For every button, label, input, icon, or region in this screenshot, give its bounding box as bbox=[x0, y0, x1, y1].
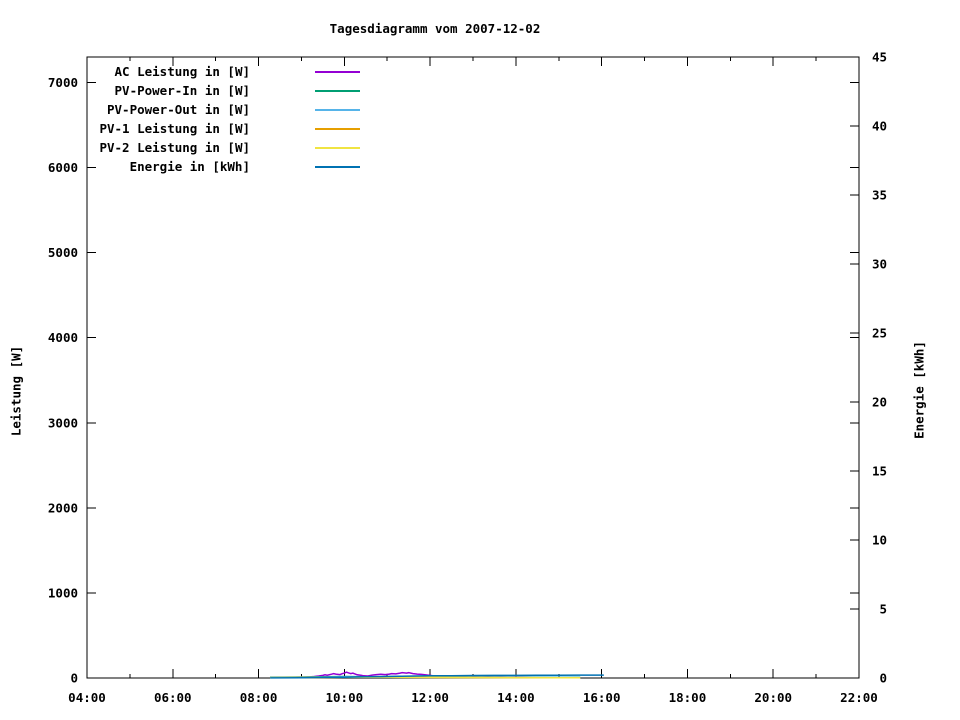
legend-label: PV-Power-Out in [W] bbox=[107, 102, 250, 117]
y2-tick-label: 25 bbox=[872, 326, 887, 341]
x-tick-label: 04:00 bbox=[68, 690, 106, 705]
y2-tick-label: 0 bbox=[879, 671, 887, 686]
y1-tick-label: 3000 bbox=[48, 415, 78, 430]
legend-item: Energie in [kWh] bbox=[87, 157, 360, 176]
y1-tick-label: 4000 bbox=[48, 330, 78, 345]
y2-tick-label: 20 bbox=[872, 395, 887, 410]
legend-swatch bbox=[315, 70, 360, 73]
x-tick-label: 14:00 bbox=[497, 690, 535, 705]
legend-item: PV-Power-In in [W] bbox=[87, 81, 360, 100]
y2-tick-label: 35 bbox=[872, 188, 887, 203]
y1-tick-label: 6000 bbox=[48, 160, 78, 175]
y1-tick-label: 5000 bbox=[48, 245, 78, 260]
x-tick-label: 08:00 bbox=[240, 690, 278, 705]
legend-swatch bbox=[315, 89, 360, 92]
legend: AC Leistung in [W] PV-Power-In in [W] PV-P… bbox=[87, 62, 360, 176]
chart-canvas: Tagesdiagramm vom 2007-12-02 Leistung [W… bbox=[0, 0, 960, 720]
legend-label: PV-1 Leistung in [W] bbox=[99, 121, 250, 136]
y2-tick-label: 45 bbox=[872, 50, 887, 65]
x-tick-label: 12:00 bbox=[411, 690, 449, 705]
legend-item: PV-Power-Out in [W] bbox=[87, 100, 360, 119]
legend-item: PV-1 Leistung in [W] bbox=[87, 119, 360, 138]
y2-tick-label: 30 bbox=[872, 257, 887, 272]
x-tick-label: 18:00 bbox=[669, 690, 707, 705]
legend-label: PV-Power-In in [W] bbox=[114, 83, 250, 98]
y2-tick-label: 15 bbox=[872, 464, 887, 479]
y1-tick-label: 2000 bbox=[48, 500, 78, 515]
x-tick-label: 06:00 bbox=[154, 690, 192, 705]
legend-label: PV-2 Leistung in [W] bbox=[99, 140, 250, 155]
x-tick-label: 22:00 bbox=[840, 690, 878, 705]
legend-item: PV-2 Leistung in [W] bbox=[87, 138, 360, 157]
legend-label: AC Leistung in [W] bbox=[114, 64, 250, 79]
x-tick-label: 16:00 bbox=[583, 690, 621, 705]
y1-tick-label: 1000 bbox=[48, 585, 78, 600]
legend-swatch bbox=[315, 146, 360, 149]
x-tick-label: 20:00 bbox=[754, 690, 792, 705]
y1-tick-label: 0 bbox=[70, 671, 78, 686]
legend-swatch bbox=[315, 127, 360, 130]
y2-tick-label: 5 bbox=[879, 602, 887, 617]
legend-item: AC Leistung in [W] bbox=[87, 62, 360, 81]
y2-tick-label: 40 bbox=[872, 119, 887, 134]
x-tick-label: 10:00 bbox=[326, 690, 364, 705]
legend-swatch bbox=[315, 108, 360, 111]
y2-tick-label: 10 bbox=[872, 533, 887, 548]
legend-label: Energie in [kWh] bbox=[129, 159, 250, 174]
legend-swatch bbox=[315, 165, 360, 168]
y1-tick-label: 7000 bbox=[48, 75, 78, 90]
